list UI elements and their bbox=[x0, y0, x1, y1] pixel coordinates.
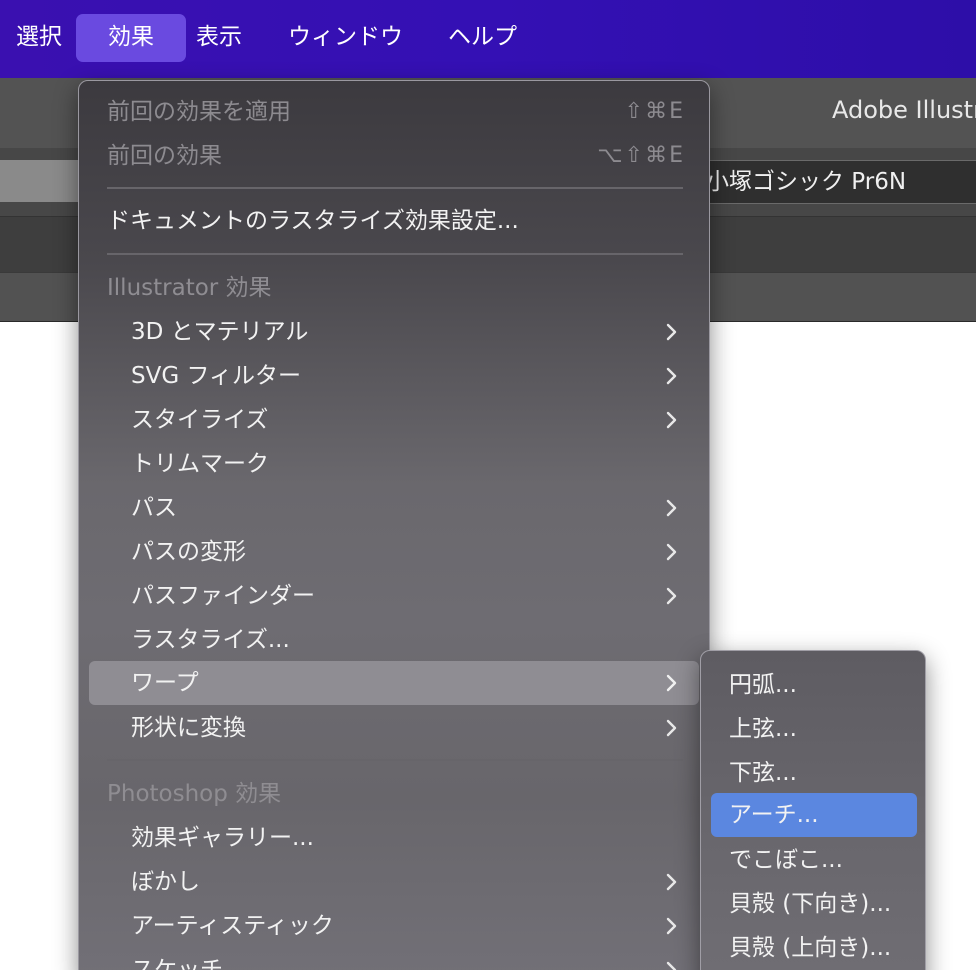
chevron-right-icon bbox=[666, 587, 677, 605]
submenu-item-label: 貝殻 (上向き)... bbox=[729, 935, 892, 961]
section-header-photoshop: Photoshop 効果 bbox=[107, 781, 282, 807]
chevron-right-icon bbox=[666, 367, 677, 385]
menu-item-effect-gallery[interactable]: 効果ギャラリー... bbox=[89, 816, 699, 860]
menu-bar: 選択 効果 表示 ウィンドウ ヘルプ bbox=[0, 0, 976, 78]
menu-item-label: スケッチ bbox=[131, 957, 223, 970]
chevron-right-icon bbox=[666, 674, 677, 692]
menu-item-artistic[interactable]: アーティスティック bbox=[89, 904, 699, 948]
menu-item-label: 3D とマテリアル bbox=[131, 319, 309, 345]
font-family-field[interactable]: 小塚ゴシック Pr6N bbox=[700, 160, 976, 204]
section-header-illustrator: Illustrator 効果 bbox=[107, 275, 272, 301]
chevron-right-icon bbox=[666, 543, 677, 561]
submenu-item-shell-upper[interactable]: 貝殻 (上向き)... bbox=[711, 926, 917, 970]
menu-separator bbox=[107, 187, 683, 189]
menu-item-label: パス bbox=[131, 495, 177, 521]
menu-item-label: アーティスティック bbox=[131, 913, 334, 939]
menubar-effect[interactable]: 効果 bbox=[76, 14, 186, 62]
chevron-right-icon bbox=[666, 873, 677, 891]
menu-item-blur[interactable]: ぼかし bbox=[89, 860, 699, 904]
menubar-select[interactable]: 選択 bbox=[8, 14, 70, 62]
menu-item-label: パスの変形 bbox=[131, 539, 246, 565]
submenu-item-arc[interactable]: 円弧... bbox=[711, 663, 917, 707]
menu-item-warp[interactable]: ワープ bbox=[89, 661, 699, 705]
menu-item-label: 前回の効果 bbox=[107, 143, 222, 169]
menu-item-label: トリムマーク bbox=[131, 451, 269, 477]
menu-item-convert-to-shape[interactable]: 形状に変換 bbox=[89, 706, 699, 750]
submenu-item-arch[interactable]: アーチ... bbox=[711, 793, 917, 837]
submenu-item-label: 下弦... bbox=[729, 760, 797, 786]
shortcut-text: ⇧⌘E bbox=[624, 99, 685, 124]
menu-item-label: 前回の効果を適用 bbox=[107, 99, 291, 125]
app-title: Adobe Illustr bbox=[832, 96, 976, 124]
menu-item-apply-last-effect[interactable]: 前回の効果を適用 ⇧⌘E bbox=[89, 90, 699, 134]
menu-separator bbox=[107, 253, 683, 255]
shortcut-text: ⌥⇧⌘E bbox=[597, 143, 685, 168]
menu-item-3d-material[interactable]: 3D とマテリアル bbox=[89, 310, 699, 354]
warp-submenu: 円弧... 上弦... 下弦... アーチ... でこぼこ... 貝殻 (下向き… bbox=[700, 650, 926, 970]
menu-item-label: SVG フィルター bbox=[131, 363, 302, 389]
chevron-right-icon bbox=[666, 719, 677, 737]
chevron-right-icon bbox=[666, 323, 677, 341]
menu-item-pathfinder[interactable]: パスファインダー bbox=[89, 574, 699, 618]
chevron-right-icon bbox=[666, 917, 677, 935]
menu-item-stylize[interactable]: スタイライズ bbox=[89, 398, 699, 442]
chevron-right-icon bbox=[666, 499, 677, 517]
menu-item-label: ワープ bbox=[131, 670, 199, 696]
menu-item-sketch[interactable]: スケッチ bbox=[89, 948, 699, 970]
menu-item-raster-settings[interactable]: ドキュメントのラスタライズ効果設定... bbox=[89, 199, 699, 243]
submenu-item-label: 円弧... bbox=[729, 672, 797, 698]
submenu-item-bulge[interactable]: でこぼこ... bbox=[711, 838, 917, 882]
submenu-item-label: アーチ... bbox=[729, 802, 819, 828]
menu-item-label: ドキュメントのラスタライズ効果設定... bbox=[107, 208, 519, 234]
menu-item-path[interactable]: パス bbox=[89, 486, 699, 530]
menu-item-label: ぼかし bbox=[131, 869, 200, 895]
menu-item-label: パスファインダー bbox=[131, 583, 315, 609]
menu-separator bbox=[107, 759, 683, 761]
menu-item-svg-filter[interactable]: SVG フィルター bbox=[89, 354, 699, 398]
menu-item-label: ラスタライズ... bbox=[131, 627, 290, 653]
submenu-item-arc-upper[interactable]: 上弦... bbox=[711, 707, 917, 751]
menubar-window[interactable]: ウィンドウ bbox=[280, 14, 411, 62]
submenu-item-label: 貝殻 (下向き)... bbox=[729, 891, 892, 917]
submenu-item-label: 上弦... bbox=[729, 716, 797, 742]
menu-item-rasterize[interactable]: ラスタライズ... bbox=[89, 618, 699, 662]
toolbar-field[interactable] bbox=[0, 160, 80, 202]
chevron-right-icon bbox=[666, 411, 677, 429]
submenu-item-label: でこぼこ... bbox=[729, 847, 843, 873]
submenu-item-arc-lower[interactable]: 下弦... bbox=[711, 751, 917, 795]
menu-item-last-effect[interactable]: 前回の効果 ⌥⇧⌘E bbox=[89, 134, 699, 178]
chevron-right-icon bbox=[666, 961, 677, 970]
menu-item-distort-transform[interactable]: パスの変形 bbox=[89, 530, 699, 574]
submenu-item-shell-lower[interactable]: 貝殻 (下向き)... bbox=[711, 882, 917, 926]
menu-item-label: 形状に変換 bbox=[131, 715, 246, 741]
menu-item-label: スタイライズ bbox=[131, 407, 269, 433]
menubar-help[interactable]: ヘルプ bbox=[440, 14, 525, 62]
menu-item-trim-marks[interactable]: トリムマーク bbox=[89, 442, 699, 486]
effect-menu: 前回の効果を適用 ⇧⌘E 前回の効果 ⌥⇧⌘E ドキュメントのラスタライズ効果設… bbox=[78, 80, 710, 970]
menu-item-label: 効果ギャラリー... bbox=[131, 825, 314, 851]
menubar-view[interactable]: 表示 bbox=[188, 14, 250, 62]
